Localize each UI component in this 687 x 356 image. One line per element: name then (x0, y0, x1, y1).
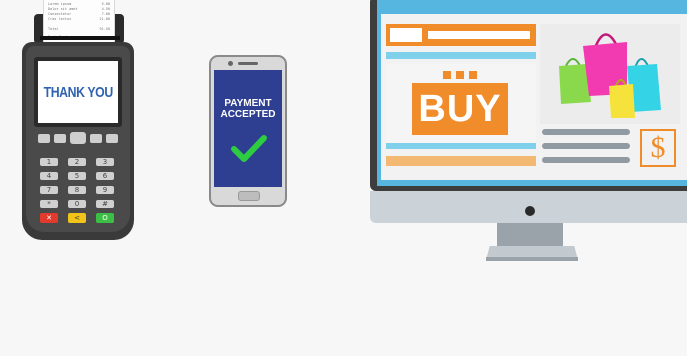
keypad-key[interactable]: 1 (40, 158, 58, 166)
indicator-dot (469, 71, 477, 79)
payment-status-line2: ACCEPTED (220, 109, 276, 120)
keypad-key[interactable]: 6 (96, 172, 114, 180)
store-footer-bar (386, 156, 536, 166)
price-tag[interactable]: $ (640, 129, 676, 167)
terminal-screen: THANK YOU (38, 61, 118, 123)
terminal-screen-text: THANK YOU (43, 83, 113, 101)
payment-status-line1: PAYMENT (224, 98, 272, 109)
store-nav-bar (386, 52, 536, 59)
terminal-function-key[interactable] (54, 134, 66, 143)
terminal-slot (40, 36, 120, 40)
indicator-dot (456, 71, 464, 79)
buy-button[interactable]: BUY (412, 83, 508, 135)
keypad-key[interactable]: 8 (68, 186, 86, 194)
keypad-key[interactable]: 2 (68, 158, 86, 166)
receipt-item-label: Cras lectus (48, 17, 72, 21)
receipt-item-value: 21.00 (99, 17, 110, 21)
keypad-key[interactable]: 3 (96, 158, 114, 166)
clear-key[interactable]: < (68, 213, 86, 223)
keypad-key[interactable]: 0 (68, 200, 86, 208)
receipt-row: Cras lectus 21.00 (48, 17, 110, 22)
cancel-key[interactable]: ✕ (40, 213, 58, 223)
keypad-key[interactable]: 5 (68, 172, 86, 180)
store-divider (386, 143, 536, 149)
terminal-function-key[interactable] (90, 134, 102, 143)
receipt-total-value: 91.50 (99, 27, 110, 31)
keypad-key[interactable]: 7 (40, 186, 58, 194)
product-text-line (542, 157, 630, 163)
receipt-total-label: Total (48, 27, 59, 31)
receipt-total: Total 91.50 (48, 27, 110, 32)
keypad-key[interactable]: # (96, 200, 114, 208)
monitor-logo-dot (525, 206, 535, 216)
phone-home-button[interactable] (238, 191, 260, 201)
indicator-dot (443, 71, 451, 79)
terminal-function-key[interactable] (38, 134, 50, 143)
payment-status: PAYMENT ACCEPTED (214, 98, 282, 120)
phone-camera (228, 61, 233, 66)
product-text-line (542, 129, 630, 135)
phone-screen (214, 70, 282, 187)
monitor-stand-neck (497, 223, 563, 249)
store-logo-box (390, 28, 422, 42)
enter-key[interactable]: O (96, 213, 114, 223)
keypad-key[interactable]: * (40, 200, 58, 208)
terminal-function-key[interactable] (106, 134, 118, 143)
keypad-key[interactable]: 9 (96, 186, 114, 194)
product-text-line (542, 143, 630, 149)
keypad-key[interactable]: 4 (40, 172, 58, 180)
terminal-nav-key[interactable] (70, 132, 86, 144)
checkmark-icon (231, 135, 267, 162)
phone-speaker (238, 62, 258, 65)
monitor-stand-base (486, 257, 578, 261)
shopping-bags-icon (559, 33, 661, 118)
store-search-input[interactable] (428, 31, 530, 39)
